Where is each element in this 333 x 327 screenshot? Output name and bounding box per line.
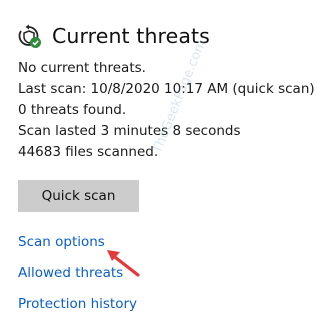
status-line-threats-found: 0 threats found. [18, 102, 127, 118]
page-title: Current threats [52, 24, 210, 48]
status-line-threat-state: No current threats. [18, 60, 146, 76]
status-line-files-scanned: 44683 files scanned. [18, 144, 159, 160]
annotation-arrow-icon [107, 250, 140, 277]
page-header: Current threats [16, 22, 210, 50]
scan-status: No current threats. Last scan: 10/8/2020… [18, 58, 328, 163]
shield-check-icon [16, 23, 42, 49]
quick-scan-button[interactable]: Quick scan [18, 180, 139, 212]
protection-history-link[interactable]: Protection history [18, 296, 137, 312]
scan-options-link[interactable]: Scan options [18, 234, 105, 250]
status-line-scan-duration: Scan lasted 3 minutes 8 seconds [18, 123, 241, 139]
status-line-last-scan: Last scan: 10/8/2020 10:17 AM (quick sca… [18, 81, 315, 97]
